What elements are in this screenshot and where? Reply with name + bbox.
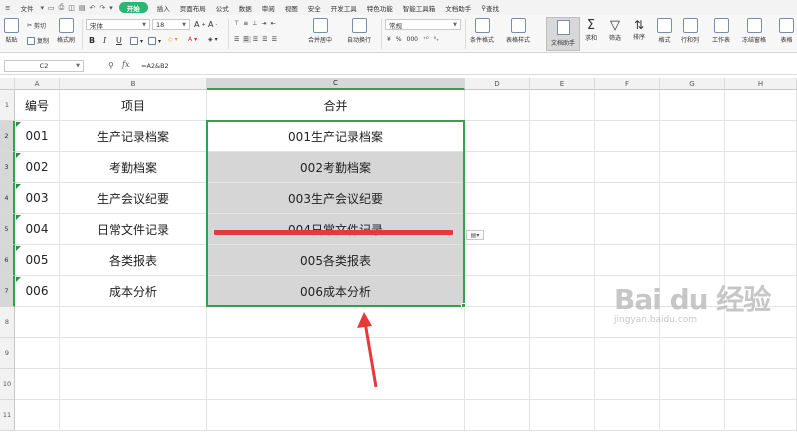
- watermark-logo: Bai du 经验: [614, 283, 771, 316]
- watermark-url: jingyan.baidu.com: [614, 315, 698, 325]
- watermark: Bai du 经验 jingyan.baidu.com: [600, 270, 780, 340]
- annotation-arrow: [357, 312, 378, 388]
